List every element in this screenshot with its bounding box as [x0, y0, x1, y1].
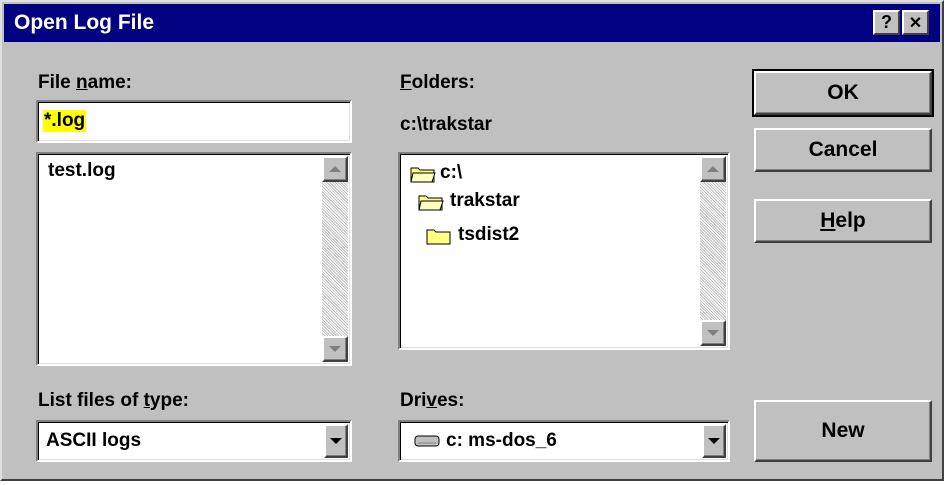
folder-label: tsdist2 [458, 224, 520, 245]
file-name-value: *.log [43, 110, 87, 132]
arrow-up-icon [707, 166, 719, 172]
new-button[interactable]: New [754, 400, 932, 462]
scroll-down-button[interactable] [322, 336, 348, 362]
help-button[interactable]: Help [754, 199, 932, 243]
help-title-button[interactable]: ? [873, 10, 900, 35]
file-type-select[interactable]: ASCII logs [36, 420, 352, 462]
chevron-down-icon [708, 438, 720, 444]
drive-value: c: ms-dos_6 [446, 430, 557, 451]
cancel-button[interactable]: Cancel [754, 128, 932, 172]
drives-select[interactable]: c: ms-dos_6 [398, 420, 730, 462]
file-name-input[interactable]: *.log [36, 100, 352, 143]
file-type-dropdown-button[interactable] [324, 424, 348, 458]
folder-label: trakstar [450, 190, 520, 211]
folder-list-scrollbar[interactable] [700, 156, 726, 346]
close-button[interactable]: ✕ [902, 10, 929, 35]
folder-item-root[interactable]: c:\ [410, 162, 530, 186]
file-type-value: ASCII logs [46, 430, 142, 451]
scroll-up-button[interactable] [322, 156, 348, 182]
scroll-up-button[interactable] [700, 156, 726, 182]
file-name-label: File name: [38, 72, 132, 93]
folder-label: c:\ [440, 162, 463, 183]
title-bar: Open Log File ? ✕ [4, 4, 940, 42]
folder-item-trakstar[interactable]: trakstar [418, 190, 578, 214]
drives-dropdown-button[interactable] [702, 424, 726, 458]
folder-list[interactable]: c:\ trakstar tsdist2 [398, 152, 730, 350]
arrow-down-icon [329, 346, 341, 352]
question-icon: ? [881, 12, 892, 32]
list-item[interactable]: test.log [48, 160, 116, 182]
file-list-scrollbar[interactable] [322, 156, 348, 362]
open-folder-icon [410, 167, 436, 183]
close-icon: ✕ [908, 15, 923, 32]
file-type-label: List files of type: [38, 390, 189, 411]
chevron-down-icon [330, 438, 342, 444]
folder-icon [426, 229, 451, 245]
window-title: Open Log File [14, 11, 154, 34]
folder-item-tsdist2[interactable]: tsdist2 [426, 224, 586, 248]
file-list[interactable]: test.log [36, 152, 352, 366]
open-log-file-dialog: Open Log File ? ✕ File name: *.log test.… [0, 0, 944, 481]
scroll-down-button[interactable] [700, 320, 726, 346]
ok-button[interactable]: OK [752, 69, 934, 117]
current-folder-path: c:\trakstar [400, 114, 492, 135]
arrow-up-icon [329, 166, 341, 172]
drives-label: Drives: [400, 390, 465, 411]
open-folder-icon [418, 195, 444, 211]
hard-drive-icon [414, 435, 440, 447]
arrow-down-icon [707, 330, 719, 336]
folders-label: Folders: [400, 72, 475, 93]
